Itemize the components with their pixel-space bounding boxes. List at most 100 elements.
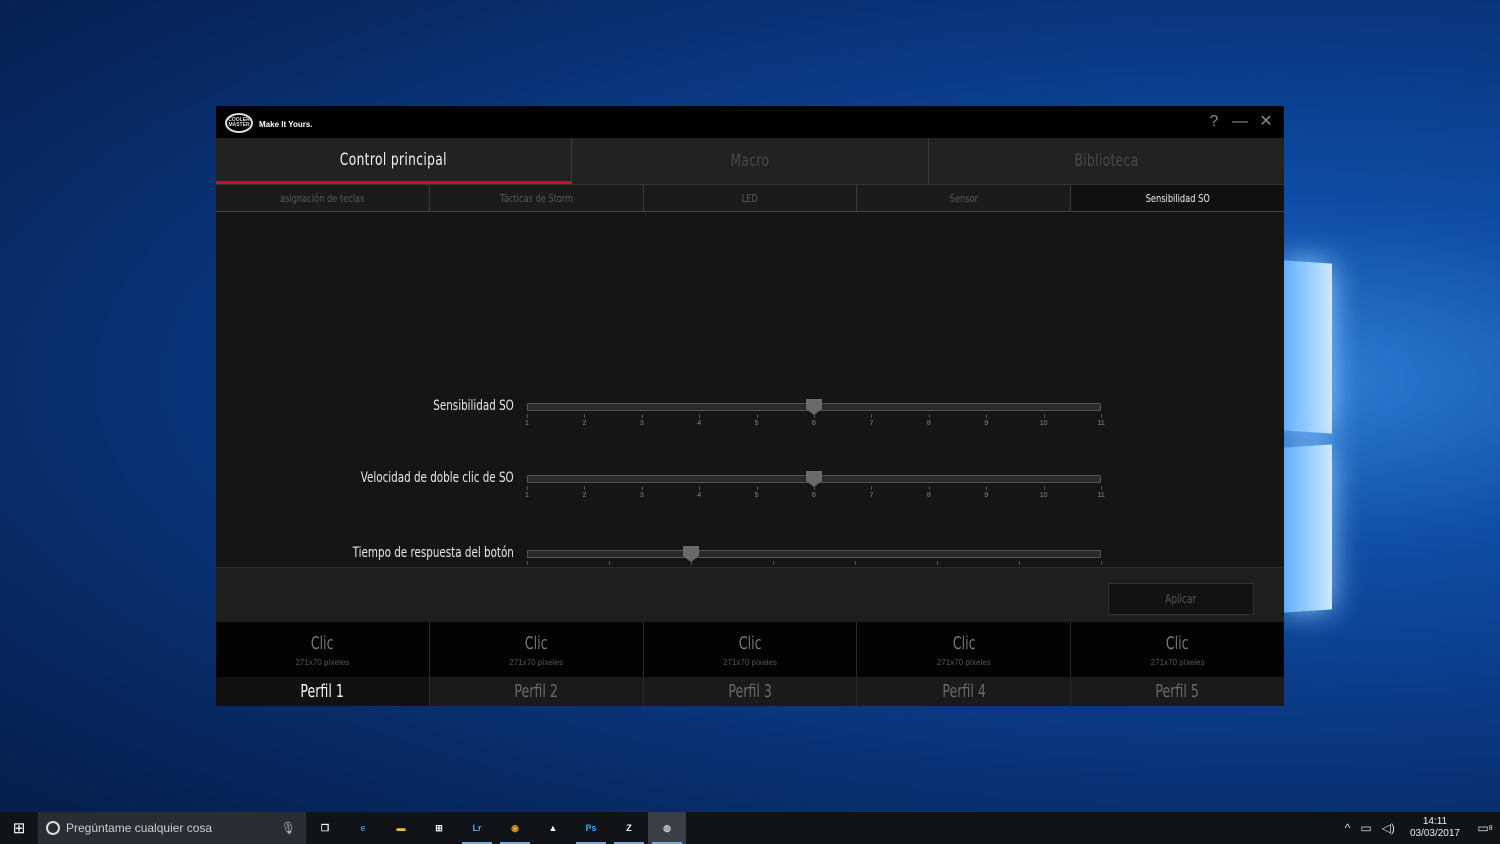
slider-tick: [986, 414, 988, 418]
settings-panel: Sensibilidad SO 1 2 3 4 5 6 7 8 9 10 11 Velocidad …: [216, 212, 1284, 574]
slider-tick: [641, 486, 643, 490]
setting-row: Sensibilidad SO 1 2 3 4 5 6 7 8 9 10 11: [216, 398, 1284, 438]
profile-4[interactable]: Clic 271x70 píxeles Perfil 4: [857, 622, 1072, 706]
slider-tick: [928, 414, 930, 418]
slider-tick: [773, 561, 774, 565]
profile-name: Perfil 2: [429, 677, 643, 706]
notifications-icon[interactable]: ▭ 8: [1470, 821, 1500, 835]
cooler-master-app-window: COOLER MASTER Make It Yours. ? — ✕ Contr…: [216, 106, 1284, 706]
volume-icon[interactable]: ◁): [1377, 821, 1400, 835]
clock[interactable]: 14:11 03/03/2017: [1400, 816, 1470, 840]
subtab-tacticas-storm[interactable]: Tácticas de Storm: [430, 185, 644, 211]
slider-tick: [986, 486, 988, 490]
photos-taskbar-button[interactable]: ▲: [534, 812, 572, 844]
tab-control-principal[interactable]: Control principal: [216, 138, 573, 184]
slider-tick: [928, 486, 930, 490]
slider-tick: [584, 486, 586, 490]
slider-tick-label: 7: [869, 420, 874, 427]
cooler-master-icon: ◍: [663, 822, 671, 833]
tab-biblioteca[interactable]: Biblioteca: [928, 138, 1284, 184]
slider-tick: [871, 486, 873, 490]
slider-tick-label: 8: [926, 492, 931, 499]
store-taskbar-button[interactable]: ⊞: [420, 812, 458, 844]
slider-tick: [584, 414, 586, 418]
slider-tick-label: 10: [1039, 420, 1048, 427]
subtab-sensibilidad-so[interactable]: Sensibilidad SO: [1071, 185, 1284, 211]
slider-tick: [756, 486, 758, 490]
slider-tick: [937, 561, 938, 565]
slider-tick: [814, 486, 815, 490]
slider-thumb[interactable]: [683, 546, 699, 562]
close-icon[interactable]: ✕: [1258, 112, 1274, 132]
minimize-icon[interactable]: —: [1232, 112, 1248, 132]
network-icon[interactable]: ▭: [1355, 821, 1376, 835]
filezilla-icon: Z: [626, 823, 632, 833]
slider-tick: [871, 414, 873, 418]
start-button[interactable]: ⊞: [0, 812, 38, 844]
profile-2[interactable]: Clic 271x70 píxeles Perfil 2: [429, 622, 644, 706]
slider-tick-label: 7: [869, 492, 874, 499]
slider-thumb[interactable]: [806, 471, 822, 487]
windows-logo-wallpaper: [1284, 250, 1344, 620]
slider-ticks: 1 2 3 4 5 6 7 8 9 10 11: [525, 414, 1105, 434]
slider-tick: [1101, 414, 1102, 418]
slider-tick: [691, 561, 692, 565]
profile-image: Clic 271x70 píxeles: [1071, 622, 1284, 677]
subtab-asignacion-teclas[interactable]: asignación de teclas: [216, 185, 430, 211]
slider-tick-label: 8: [926, 420, 931, 427]
file-explorer-icon: ▬: [396, 823, 406, 833]
search-placeholder: Pregúntame cualquier cosa: [66, 821, 213, 835]
profile-3[interactable]: Clic 271x70 píxeles Perfil 3: [643, 622, 858, 706]
slider-tick-label: 9: [984, 492, 989, 499]
slider-tick-label: 3: [639, 420, 644, 427]
slider-thumb[interactable]: [806, 399, 822, 415]
apply-bar: Aplicar: [216, 567, 1284, 622]
slider-tick: [527, 486, 528, 490]
microphone-icon[interactable]: 🎙: [281, 821, 296, 835]
help-icon[interactable]: ?: [1206, 112, 1222, 132]
search-box[interactable]: Pregúntame cualquier cosa 🎙: [38, 812, 306, 844]
slider-tick-label: 5: [754, 492, 759, 499]
tab-macro[interactable]: Macro: [572, 138, 929, 184]
slider-tick: [527, 414, 528, 418]
slider-tick: [855, 561, 856, 565]
taskbar-apps: ❐ e ▬ ⊞ Lr ◉ ▲ Ps Z ◍: [306, 812, 686, 844]
task-view-taskbar-button[interactable]: ❐: [306, 812, 344, 844]
slider-tick: [609, 561, 610, 565]
main-tabs: Control principal Macro Biblioteca: [216, 138, 1284, 184]
slider-tick: [814, 414, 815, 418]
profile-image: Clic 271x70 píxeles: [216, 622, 429, 677]
chevron-up-icon[interactable]: ^: [1340, 821, 1356, 835]
setting-label: Velocidad de doble clic de SO: [361, 470, 514, 486]
subtab-led[interactable]: LED: [644, 185, 858, 211]
profile-image: Clic 271x70 píxeles: [857, 622, 1071, 677]
taskbar: ⊞ Pregúntame cualquier cosa 🎙 ❐ e ▬ ⊞ Lr ◉ ▲ Ps…: [0, 812, 1500, 844]
apply-button[interactable]: Aplicar: [1108, 583, 1254, 615]
profile-1[interactable]: Clic 271x70 píxeles Perfil 1: [216, 622, 430, 706]
slider-track[interactable]: [527, 550, 1101, 558]
slider-tick-label: 9: [984, 420, 989, 427]
photos-icon: ▲: [548, 823, 558, 833]
chrome-icon: ◉: [511, 822, 519, 833]
slider-tick: [641, 414, 643, 418]
subtab-sensor[interactable]: Sensor: [857, 185, 1072, 211]
slider-tick-label: 1: [525, 492, 529, 499]
chrome-taskbar-button[interactable]: ◉: [496, 812, 534, 844]
slider-tick: [1043, 414, 1045, 418]
cooler-master-taskbar-button[interactable]: ◍: [648, 812, 686, 844]
slider-tick-label: 6: [812, 492, 816, 499]
profile-5[interactable]: Clic 271x70 píxeles Perfil 5: [1071, 622, 1284, 706]
tagline: Make It Yours.: [259, 120, 313, 129]
title-bar[interactable]: COOLER MASTER Make It Yours. ? — ✕: [216, 106, 1284, 138]
lightroom-taskbar-button[interactable]: Lr: [458, 812, 496, 844]
profile-name: Perfil 1: [216, 677, 429, 706]
slider-tick-label: 6: [812, 420, 816, 427]
file-explorer-taskbar-button[interactable]: ▬: [382, 812, 420, 844]
edge-taskbar-button[interactable]: e: [344, 812, 382, 844]
profile-image: Clic 271x70 píxeles: [429, 622, 643, 677]
photoshop-taskbar-button[interactable]: Ps: [572, 812, 610, 844]
lightroom-icon: Lr: [472, 823, 482, 833]
sub-tabs: asignación de teclas Tácticas de Storm L…: [216, 184, 1284, 212]
slider-tick-label: 2: [582, 492, 587, 499]
filezilla-taskbar-button[interactable]: Z: [610, 812, 648, 844]
